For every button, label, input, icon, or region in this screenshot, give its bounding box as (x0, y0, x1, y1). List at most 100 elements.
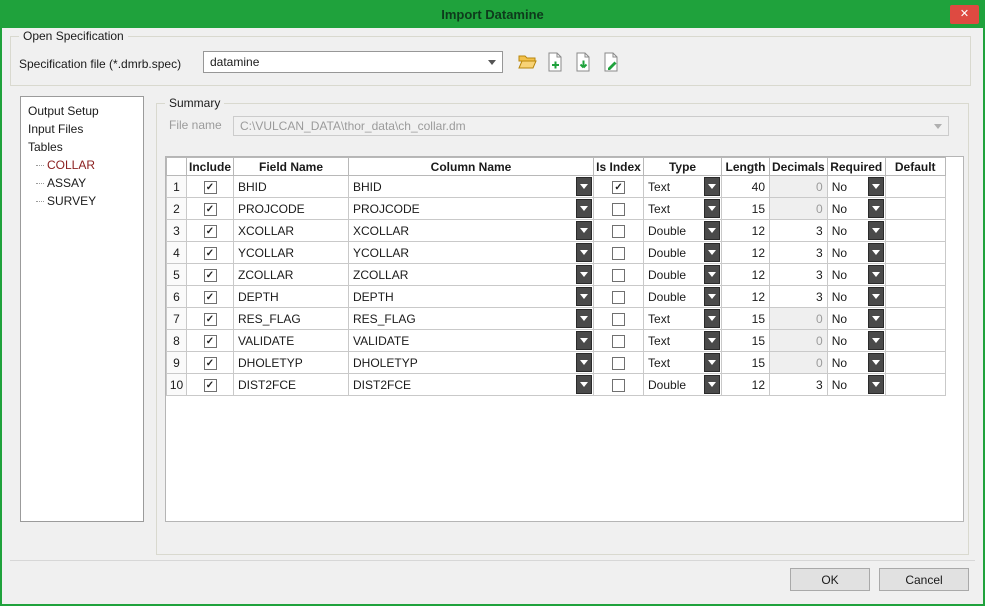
type-dropdown[interactable] (704, 331, 720, 350)
type-dropdown[interactable] (704, 199, 720, 218)
file-saveas-icon[interactable] (600, 51, 622, 73)
chevron-down-icon[interactable] (488, 60, 496, 65)
default-cell[interactable] (885, 176, 945, 198)
is-index-cell[interactable] (594, 286, 644, 308)
is-index-checkbox[interactable] (612, 313, 625, 326)
field-name-cell[interactable]: YCOLLAR (234, 242, 349, 264)
column-name-cell[interactable]: RES_FLAG (349, 308, 594, 330)
default-cell[interactable] (885, 352, 945, 374)
type-dropdown[interactable] (704, 265, 720, 284)
include-checkbox[interactable] (204, 291, 217, 304)
length-cell[interactable]: 12 (722, 374, 770, 396)
type-dropdown[interactable] (704, 375, 720, 394)
is-index-cell[interactable] (594, 352, 644, 374)
specification-file-combobox[interactable]: datamine (203, 51, 503, 73)
required-dropdown[interactable] (868, 221, 884, 240)
tree-item-collar[interactable]: COLLAR (21, 156, 143, 174)
field-name-cell[interactable]: DIST2FCE (234, 374, 349, 396)
column-name-dropdown[interactable] (576, 331, 592, 350)
required-dropdown[interactable] (868, 265, 884, 284)
include-cell[interactable] (187, 352, 234, 374)
default-cell[interactable] (885, 242, 945, 264)
type-cell[interactable]: Text (644, 330, 722, 352)
length-cell[interactable]: 15 (722, 330, 770, 352)
required-dropdown[interactable] (868, 177, 884, 196)
type-cell[interactable]: Text (644, 308, 722, 330)
row-number-cell[interactable]: 5 (167, 264, 187, 286)
field-name-cell[interactable]: PROJCODE (234, 198, 349, 220)
is-index-checkbox[interactable] (612, 225, 625, 238)
column-name-cell[interactable]: DHOLETYP (349, 352, 594, 374)
row-number-cell[interactable]: 3 (167, 220, 187, 242)
include-checkbox[interactable] (204, 203, 217, 216)
column-name-cell[interactable]: DIST2FCE (349, 374, 594, 396)
required-cell[interactable]: No (827, 286, 885, 308)
column-name-cell[interactable]: YCOLLAR (349, 242, 594, 264)
default-cell[interactable] (885, 220, 945, 242)
tree-item-survey[interactable]: SURVEY (21, 192, 143, 210)
is-index-checkbox[interactable] (612, 335, 625, 348)
column-name-cell[interactable]: XCOLLAR (349, 220, 594, 242)
required-dropdown[interactable] (868, 375, 884, 394)
type-dropdown[interactable] (704, 309, 720, 328)
row-number-cell[interactable]: 2 (167, 198, 187, 220)
field-name-cell[interactable]: RES_FLAG (234, 308, 349, 330)
column-name-cell[interactable]: VALIDATE (349, 330, 594, 352)
column-name-dropdown[interactable] (576, 375, 592, 394)
include-checkbox[interactable] (204, 379, 217, 392)
default-cell[interactable] (885, 308, 945, 330)
required-dropdown[interactable] (868, 353, 884, 372)
type-cell[interactable]: Double (644, 220, 722, 242)
type-cell[interactable]: Double (644, 242, 722, 264)
type-dropdown[interactable] (704, 353, 720, 372)
include-cell[interactable] (187, 220, 234, 242)
row-number-cell[interactable]: 8 (167, 330, 187, 352)
field-name-cell[interactable]: VALIDATE (234, 330, 349, 352)
cancel-button[interactable]: Cancel (879, 568, 969, 591)
length-cell[interactable]: 12 (722, 286, 770, 308)
is-index-checkbox[interactable] (612, 269, 625, 282)
column-name-dropdown[interactable] (576, 353, 592, 372)
type-cell[interactable]: Double (644, 374, 722, 396)
required-cell[interactable]: No (827, 352, 885, 374)
default-cell[interactable] (885, 198, 945, 220)
required-cell[interactable]: No (827, 374, 885, 396)
column-name-cell[interactable]: ZCOLLAR (349, 264, 594, 286)
row-number-cell[interactable]: 4 (167, 242, 187, 264)
include-checkbox[interactable] (204, 313, 217, 326)
column-name-dropdown[interactable] (576, 177, 592, 196)
decimals-cell[interactable]: 3 (770, 220, 828, 242)
column-name-dropdown[interactable] (576, 309, 592, 328)
required-cell[interactable]: No (827, 242, 885, 264)
close-button[interactable]: ✕ (950, 5, 979, 24)
include-checkbox[interactable] (204, 335, 217, 348)
field-name-cell[interactable]: BHID (234, 176, 349, 198)
tree-item-assay[interactable]: ASSAY (21, 174, 143, 192)
include-checkbox[interactable] (204, 181, 217, 194)
is-index-cell[interactable] (594, 264, 644, 286)
required-cell[interactable]: No (827, 220, 885, 242)
is-index-cell[interactable] (594, 198, 644, 220)
row-number-cell[interactable]: 1 (167, 176, 187, 198)
include-cell[interactable] (187, 286, 234, 308)
length-cell[interactable]: 12 (722, 242, 770, 264)
is-index-checkbox[interactable] (612, 291, 625, 304)
required-cell[interactable]: No (827, 176, 885, 198)
default-cell[interactable] (885, 374, 945, 396)
is-index-checkbox[interactable] (612, 203, 625, 216)
required-dropdown[interactable] (868, 243, 884, 262)
required-dropdown[interactable] (868, 287, 884, 306)
column-name-dropdown[interactable] (576, 243, 592, 262)
field-name-cell[interactable]: DHOLETYP (234, 352, 349, 374)
length-cell[interactable]: 15 (722, 198, 770, 220)
include-cell[interactable] (187, 176, 234, 198)
default-cell[interactable] (885, 286, 945, 308)
column-name-dropdown[interactable] (576, 199, 592, 218)
column-name-cell[interactable]: BHID (349, 176, 594, 198)
type-cell[interactable]: Double (644, 286, 722, 308)
column-name-dropdown[interactable] (576, 265, 592, 284)
is-index-checkbox[interactable] (612, 357, 625, 370)
tree-item-output-setup[interactable]: Output Setup (21, 102, 143, 120)
ok-button[interactable]: OK (790, 568, 870, 591)
include-cell[interactable] (187, 242, 234, 264)
